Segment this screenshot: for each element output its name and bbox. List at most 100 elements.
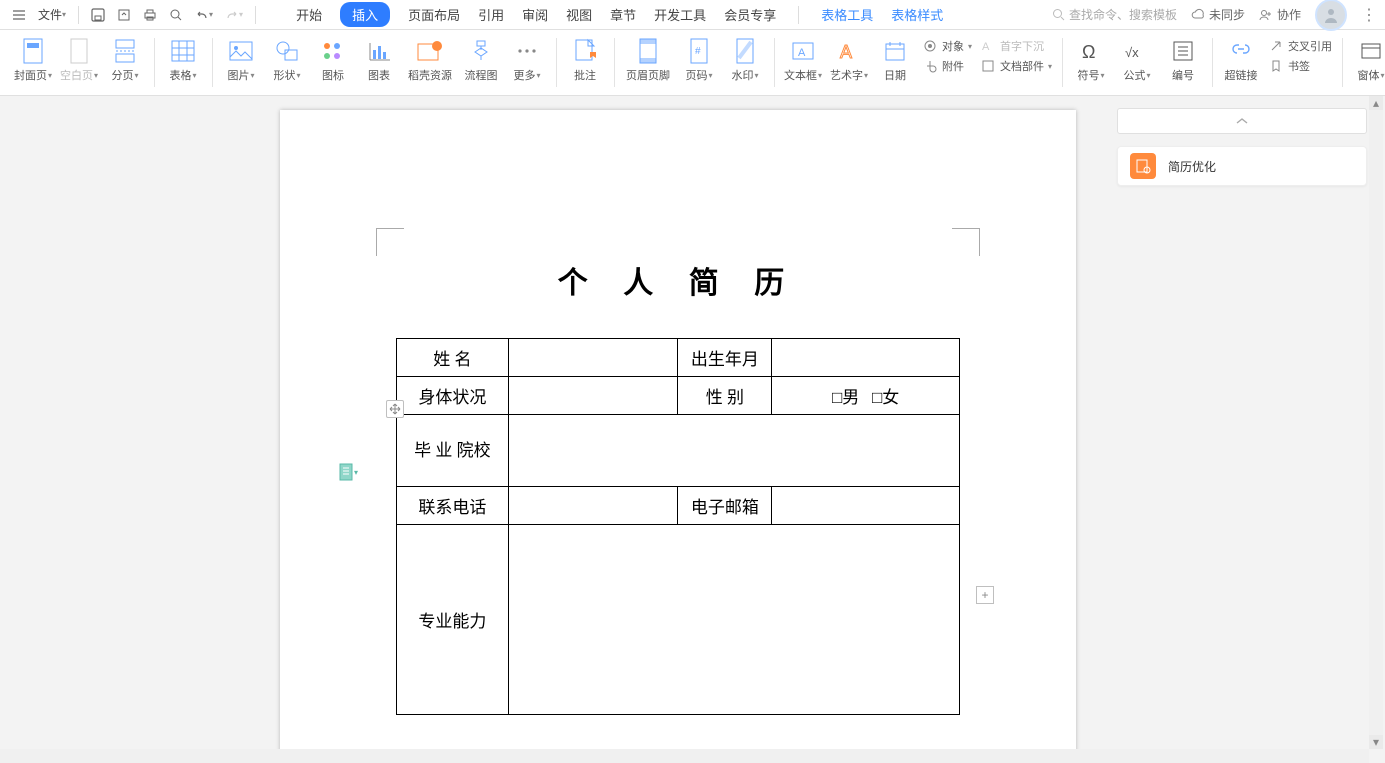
cell-email-value[interactable] [772, 487, 960, 525]
tab-dev-tools[interactable]: 开发工具 [654, 5, 706, 24]
attachment-button[interactable]: 附件 [922, 58, 972, 74]
doc-parts-button[interactable]: 文档部件▾ [980, 58, 1052, 74]
sync-status[interactable]: 未同步 [1191, 6, 1245, 23]
vertical-scrollbar[interactable]: ▴ ▾ [1369, 96, 1383, 749]
resume-table[interactable]: 姓 名 出生年月 身体状况 性 别 □男 □女 毕 业 院校 联系电话 [396, 338, 960, 715]
gallery-button[interactable]: 稻壳资源 [402, 34, 458, 83]
scroll-down-icon[interactable]: ▾ [1369, 735, 1383, 749]
page-number-label: 页码 [685, 67, 707, 83]
cell-skills-label[interactable]: 专业能力 [397, 525, 509, 715]
print-preview-icon[interactable] [165, 3, 187, 27]
flowchart-button[interactable]: 流程图 [458, 34, 504, 83]
cross-ref-icon [1268, 38, 1284, 54]
cell-gender-label[interactable]: 性 别 [678, 377, 772, 415]
hyperlink-button[interactable]: 超链接 [1218, 34, 1264, 83]
cell-birth-value[interactable] [772, 339, 960, 377]
cross-ref-button[interactable]: 交叉引用 [1268, 38, 1332, 54]
cell-skills-value[interactable] [508, 525, 959, 715]
page-number-button[interactable]: # 页码▾ [676, 34, 722, 83]
file-menu[interactable]: 文件 ▾ [34, 3, 70, 27]
watermark-label: 水印 [731, 67, 753, 83]
search-box[interactable]: 查找命令、搜索模板 [1052, 6, 1177, 23]
margin-corner-tl [376, 228, 404, 256]
drop-cap-label: 首字下沉 [1000, 38, 1044, 54]
side-panel: 简历优化 [1117, 108, 1367, 186]
tab-page-layout[interactable]: 页面布局 [408, 5, 460, 24]
table-add-column[interactable]: + [976, 586, 994, 604]
cell-phone-value[interactable] [508, 487, 678, 525]
cell-gender-value[interactable]: □男 □女 [772, 377, 960, 415]
page-break-button[interactable]: 分页▾ [102, 34, 148, 83]
symbol-button[interactable]: Ω 符号▾ [1068, 34, 1114, 83]
chart-button[interactable]: 图表 [356, 34, 402, 83]
object-icon [922, 38, 938, 54]
redo-icon[interactable]: ▾ [221, 3, 247, 27]
tab-chapter[interactable]: 章节 [610, 5, 636, 24]
table-label: 表格 [169, 67, 191, 83]
table-button[interactable]: 表格▾ [160, 34, 206, 83]
shapes-button[interactable]: 形状▾ [264, 34, 310, 83]
cross-ref-label: 交叉引用 [1288, 38, 1332, 54]
icon-button[interactable]: 图标 [310, 34, 356, 83]
numbering-button[interactable]: 编号 [1160, 34, 1206, 83]
drop-cap-button[interactable]: A 首字下沉 [980, 38, 1052, 54]
tab-review[interactable]: 审阅 [522, 5, 548, 24]
gutter-page-icon[interactable]: ▾ [338, 462, 360, 482]
cell-phone-label[interactable]: 联系电话 [397, 487, 509, 525]
cell-name-label[interactable]: 姓 名 [397, 339, 509, 377]
comment-icon [572, 38, 598, 64]
title-right: 查找命令、搜索模板 未同步 协作 ⋮ [1052, 0, 1377, 31]
doc-parts-icon [980, 58, 996, 74]
document-title[interactable]: 个 人 简 历 [376, 258, 980, 302]
watermark-button[interactable]: 水印▾ [722, 34, 768, 83]
object-button[interactable]: 对象▾ [922, 38, 972, 54]
cell-email-label[interactable]: 电子邮箱 [678, 487, 772, 525]
tab-table-style[interactable]: 表格样式 [891, 5, 943, 24]
save-icon[interactable] [87, 3, 109, 27]
sync-label: 未同步 [1209, 6, 1245, 23]
cell-health-value[interactable] [508, 377, 678, 415]
hyperlink-label: 超链接 [1225, 67, 1258, 83]
horizontal-scrollbar[interactable] [0, 749, 1369, 763]
bookmark-button[interactable]: 书签 [1268, 58, 1332, 74]
avatar[interactable] [1315, 0, 1347, 31]
export-icon[interactable] [113, 3, 135, 27]
tab-references[interactable]: 引用 [478, 5, 504, 24]
resume-optimize-card[interactable]: 简历优化 [1117, 146, 1367, 186]
textbox-button[interactable]: A 文本框▾ [780, 34, 826, 83]
page[interactable]: 个 人 简 历 姓 名 出生年月 身体状况 性 别 □男 □女 毕 业 院校 [280, 110, 1076, 763]
tab-insert[interactable]: 插入 [340, 2, 390, 27]
table-move-handle[interactable] [386, 400, 404, 418]
comment-button[interactable]: 批注 [562, 34, 608, 83]
date-button[interactable]: 日期 [872, 34, 918, 83]
blank-page-button[interactable]: 空白页▾ [56, 34, 102, 83]
cell-health-label[interactable]: 身体状况 [397, 377, 509, 415]
cell-name-value[interactable] [508, 339, 678, 377]
cell-school-label[interactable]: 毕 业 院校 [397, 415, 509, 487]
picture-icon [228, 38, 254, 64]
menu-icon[interactable] [8, 3, 30, 27]
header-footer-button[interactable]: 页眉页脚 [620, 34, 676, 83]
cover-page-button[interactable]: 封面页▾ [10, 34, 56, 83]
print-icon[interactable] [139, 3, 161, 27]
tab-view[interactable]: 视图 [566, 5, 592, 24]
numbering-icon [1170, 38, 1196, 64]
collab-button[interactable]: 协作 [1259, 6, 1301, 23]
side-collapse-button[interactable] [1117, 108, 1367, 134]
undo-icon[interactable]: ▾ [191, 3, 217, 27]
window-label: 窗体 [1358, 67, 1380, 83]
equation-button[interactable]: √x 公式▾ [1114, 34, 1160, 83]
cell-school-value[interactable] [508, 415, 959, 487]
chart-icon [366, 38, 392, 64]
tab-start[interactable]: 开始 [296, 5, 322, 24]
more-icon[interactable]: ⋮ [1361, 5, 1377, 25]
textbox-label: 文本框 [784, 67, 817, 83]
cell-birth-label[interactable]: 出生年月 [678, 339, 772, 377]
picture-button[interactable]: 图片▾ [218, 34, 264, 83]
window-button[interactable]: 窗体▾ [1348, 34, 1385, 83]
more-button[interactable]: 更多▾ [504, 34, 550, 83]
wordart-button[interactable]: A 艺术字▾ [826, 34, 872, 83]
tab-member[interactable]: 会员专享 [724, 5, 776, 24]
tab-table-tools[interactable]: 表格工具 [821, 5, 873, 24]
scroll-up-icon[interactable]: ▴ [1369, 96, 1383, 110]
